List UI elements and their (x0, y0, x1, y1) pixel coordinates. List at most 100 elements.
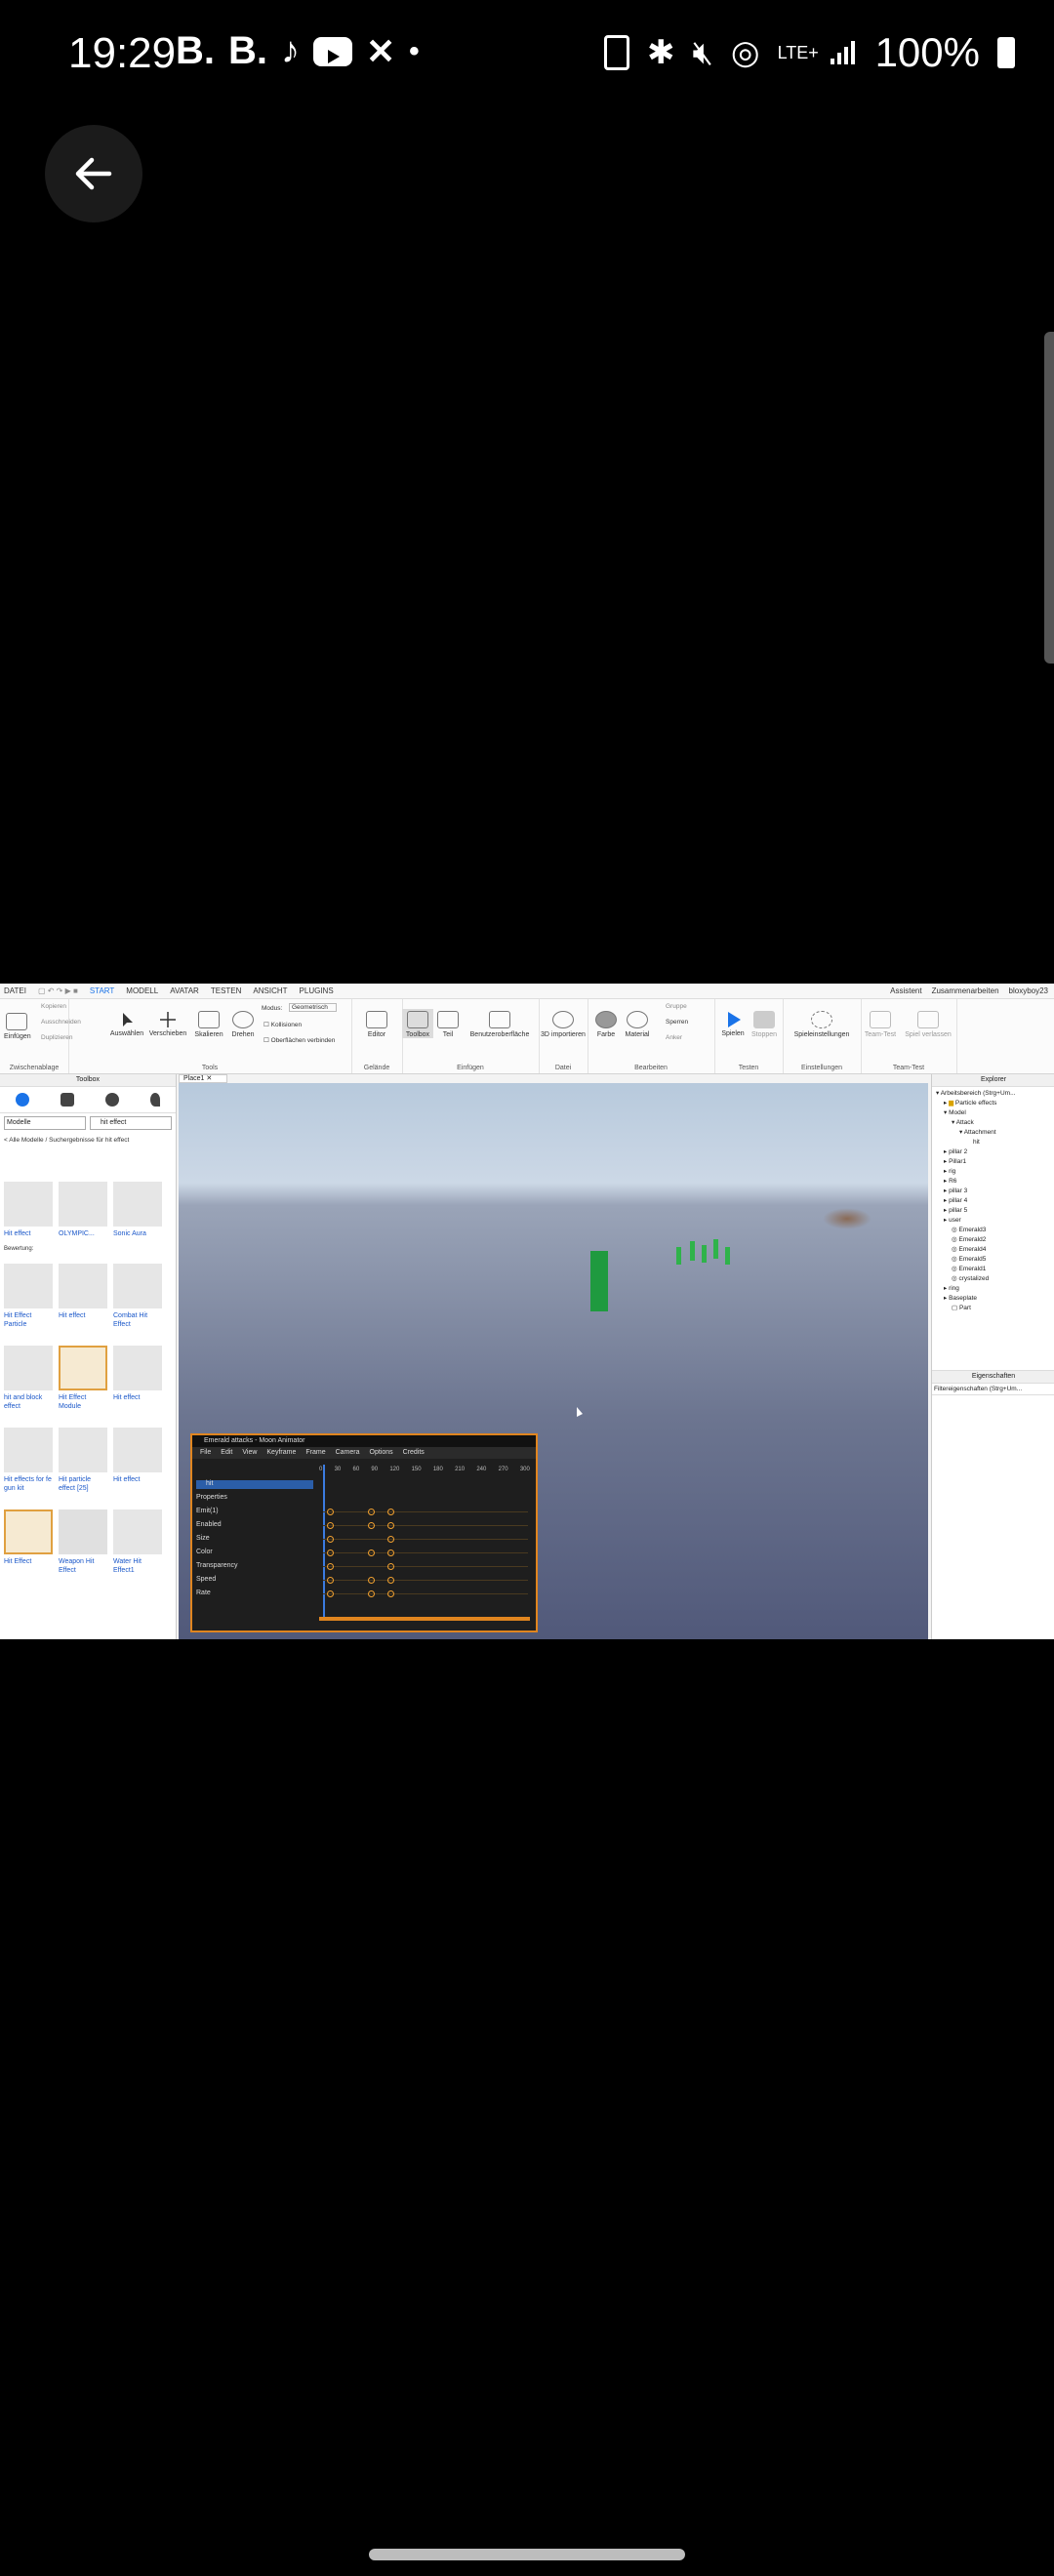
track-label[interactable]: Color (196, 1549, 213, 1555)
animator-menu-item[interactable]: Camera (336, 1447, 360, 1459)
keyframe[interactable] (327, 1563, 334, 1570)
list-item[interactable]: Hit effect (4, 1182, 53, 1238)
keyframe[interactable] (387, 1536, 394, 1543)
list-item[interactable]: OLYMPIC... (59, 1182, 107, 1238)
play-button[interactable]: Spielen (718, 1011, 748, 1037)
grid-icon[interactable] (61, 1093, 74, 1107)
keyframe[interactable] (387, 1563, 394, 1570)
tree-item[interactable]: ▸ ▆ Particle effects (934, 1099, 1054, 1108)
lock-button[interactable]: Sperren (666, 1019, 688, 1026)
list-item[interactable]: Hit effects for fe gun kit (4, 1428, 53, 1493)
collaborate-button[interactable]: Zusammenarbeiten (932, 986, 999, 995)
tree-item[interactable]: ▸ R6 (934, 1177, 1054, 1187)
exit-game-button[interactable]: Spiel verlassen (904, 1011, 953, 1038)
tree-item[interactable]: ▾ Arbeitsbereich (Strg+Um... (934, 1089, 1054, 1099)
recent-icon[interactable] (105, 1093, 119, 1107)
list-item[interactable]: Sonic Aura (113, 1182, 162, 1238)
menu-tab-start[interactable]: START (90, 986, 114, 995)
tree-item[interactable]: ▸ Pillar1 (934, 1157, 1054, 1167)
mode-dropdown[interactable]: Geometrisch (289, 1003, 337, 1012)
back-button[interactable] (45, 125, 142, 222)
keyframe[interactable] (327, 1550, 334, 1556)
tree-item[interactable]: hit (934, 1138, 1054, 1147)
import-3d-button[interactable]: 3D importieren (539, 1011, 588, 1038)
keyframe[interactable] (368, 1577, 375, 1584)
keyframe[interactable] (387, 1550, 394, 1556)
menu-tab-avatar[interactable]: AVATAR (170, 986, 199, 995)
list-item[interactable]: Water Hit Effect1 (113, 1509, 162, 1575)
menu-tab-plugins[interactable]: PLUGINS (300, 986, 334, 995)
track-label[interactable]: Enabled (196, 1521, 222, 1528)
search-input[interactable]: hit effect (90, 1116, 172, 1130)
tree-item[interactable]: ▸ pillar 4 (934, 1196, 1054, 1206)
tree-item[interactable]: ◎ Emerald1 (934, 1265, 1054, 1274)
list-item[interactable]: Hit effect (59, 1264, 107, 1320)
track-label[interactable]: Transparency (196, 1562, 238, 1569)
select-tool-button[interactable]: Auswählen (107, 1011, 146, 1037)
toolbox-button[interactable]: Toolbox (402, 1009, 433, 1038)
tree-item[interactable]: ◎ Emerald2 (934, 1235, 1054, 1245)
user-name[interactable]: bloxyboy23 (1009, 986, 1048, 995)
assistant-button[interactable]: Assistent (890, 986, 921, 995)
menu-tab-file[interactable]: DATEI (4, 986, 26, 995)
keyframe[interactable] (368, 1550, 375, 1556)
join-surfaces-checkbox[interactable]: ☐ Oberflächen verbinden (264, 1036, 335, 1044)
menu-tab-test[interactable]: TESTEN (211, 986, 242, 995)
keyframe[interactable] (387, 1590, 394, 1597)
tree-item[interactable]: ▾ Model (934, 1108, 1054, 1118)
terrain-editor-button[interactable]: Editor (357, 1011, 396, 1038)
keyframe[interactable] (327, 1590, 334, 1597)
list-item[interactable]: Hit effect (113, 1346, 162, 1402)
tree-item[interactable]: ▸ user (934, 1216, 1054, 1226)
scale-tool-button[interactable]: Skalieren (189, 1011, 228, 1038)
list-item[interactable]: Hit Effect Particle (4, 1264, 53, 1329)
anchor-button[interactable]: Anker (666, 1034, 682, 1041)
tree-item[interactable]: ◎ Emerald5 (934, 1255, 1054, 1265)
animator-menu-item[interactable]: Credits (403, 1447, 425, 1459)
list-item[interactable]: Hit Effect (4, 1509, 53, 1566)
tab-place1[interactable]: Place1 ✕ (179, 1074, 227, 1083)
game-settings-button[interactable]: Spieleinstellungen (787, 1011, 857, 1038)
track-label[interactable]: Emit(1) (196, 1508, 219, 1514)
menu-tab-view[interactable]: ANSICHT (253, 986, 287, 995)
breadcrumb[interactable]: < Alle Modelle / Suchergebnisse für hit … (0, 1133, 176, 1147)
material-button[interactable]: Material (621, 1011, 654, 1038)
tree-item[interactable]: ◎ Emerald4 (934, 1245, 1054, 1255)
move-tool-button[interactable]: Verschieben (148, 1011, 187, 1037)
animator-menu-item[interactable]: Frame (305, 1447, 325, 1459)
category-dropdown[interactable]: Modelle (4, 1116, 86, 1130)
tree-item[interactable]: ◎ Emerald3 (934, 1226, 1054, 1235)
animator-menu-item[interactable]: Edit (221, 1447, 232, 1459)
edge-panel-handle[interactable] (1044, 332, 1054, 664)
home-indicator[interactable] (369, 2549, 685, 2560)
tree-item[interactable]: ▸ pillar 5 (934, 1206, 1054, 1216)
rotate-tool-button[interactable]: Drehen (226, 1011, 260, 1038)
menu-tab-model[interactable]: MODELL (126, 986, 158, 995)
animator-menu-item[interactable]: File (200, 1447, 211, 1459)
pin-icon[interactable] (150, 1093, 160, 1107)
track-label[interactable]: Size (196, 1535, 210, 1542)
list-item[interactable]: Combat Hit Effect (113, 1264, 162, 1329)
track-label[interactable]: hit (206, 1480, 213, 1487)
group-button[interactable]: Gruppe (666, 1003, 687, 1010)
timeline-ruler[interactable]: 0 30 60 90 120 150 180 210 240 270 300 (319, 1467, 530, 1476)
tree-item[interactable]: ▸ pillar 2 (934, 1147, 1054, 1157)
animator-scrollbar[interactable] (319, 1617, 530, 1621)
keyframe[interactable] (327, 1536, 334, 1543)
keyframe[interactable] (387, 1509, 394, 1515)
ui-button[interactable]: Benutzeroberfläche (463, 1011, 537, 1038)
tree-item[interactable]: ▾ Attachment (934, 1128, 1054, 1138)
track-label[interactable]: Rate (196, 1590, 211, 1596)
track-label[interactable]: Speed (196, 1576, 216, 1583)
video-frame[interactable]: DATEI ▢ ↶ ↷ ▶ ■ START MODELL AVATAR TEST… (0, 984, 1054, 1639)
tree-item[interactable]: ◎ crystalized (934, 1274, 1054, 1284)
keyframe[interactable] (368, 1590, 375, 1597)
team-test-button[interactable]: Team-Test (861, 1011, 900, 1038)
paste-button[interactable]: Einfügen (4, 1013, 31, 1040)
part-button[interactable]: Teil (435, 1011, 461, 1038)
tree-item[interactable]: ▸ rig (934, 1167, 1054, 1177)
list-item[interactable]: Hit Effect Module (59, 1346, 107, 1411)
properties-filter-input[interactable]: Filtereigenschaften (Strg+Um... (932, 1384, 1054, 1395)
inventory-icon[interactable] (16, 1093, 29, 1107)
tree-item[interactable]: ▾ Attack (934, 1118, 1054, 1128)
